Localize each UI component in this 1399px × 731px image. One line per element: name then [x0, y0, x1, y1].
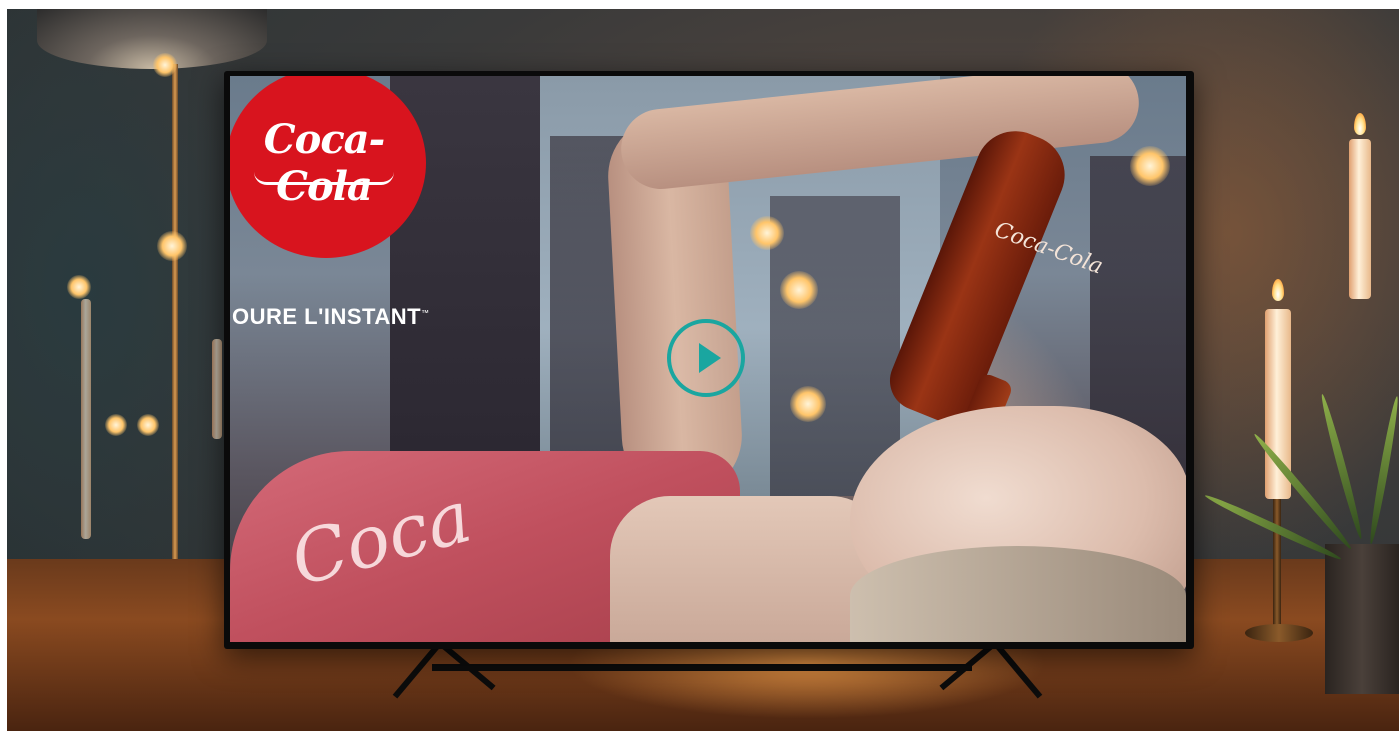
video-bokeh: [1130, 146, 1170, 186]
bokeh-light: [137, 414, 159, 436]
candle-right-tall: [1349, 139, 1371, 299]
candle-left: [81, 299, 91, 539]
candle-holder-stem: [1273, 499, 1281, 629]
video-bokeh: [790, 386, 826, 422]
video-chest: [610, 496, 890, 642]
brand-logo-swoosh: [254, 172, 394, 185]
bokeh-light: [157, 231, 187, 261]
video-tagline: OURE L'INSTANT™: [232, 304, 430, 330]
candle-left-small: [212, 339, 222, 439]
play-icon: [699, 343, 721, 373]
floor-lamp-shade: [37, 9, 267, 69]
candle-holder-base: [1245, 624, 1313, 642]
candle-flame: [1354, 113, 1366, 135]
bokeh-light: [105, 414, 127, 436]
video-bokeh: [750, 216, 784, 250]
tv-stand-bar: [432, 664, 972, 671]
video-bokeh: [780, 271, 818, 309]
bokeh-light: [67, 275, 91, 299]
brand-logo-text: Coca-Cola: [263, 116, 385, 210]
tv-frame: Coca-Cola Coca Coca-Cola OURE L'INSTANT™: [224, 71, 1194, 649]
video-screen[interactable]: Coca-Cola Coca Coca-Cola OURE L'INSTANT™: [230, 76, 1186, 642]
bokeh-light: [153, 53, 177, 77]
trademark-mark: ™: [421, 308, 430, 318]
video-tagline-text: OURE L'INSTANT: [232, 304, 422, 329]
play-button[interactable]: [667, 319, 745, 397]
floor-lamp-pole: [172, 64, 178, 584]
candle-flame: [1272, 279, 1284, 301]
video-hair: [850, 546, 1186, 642]
plant-pot: [1325, 544, 1399, 694]
